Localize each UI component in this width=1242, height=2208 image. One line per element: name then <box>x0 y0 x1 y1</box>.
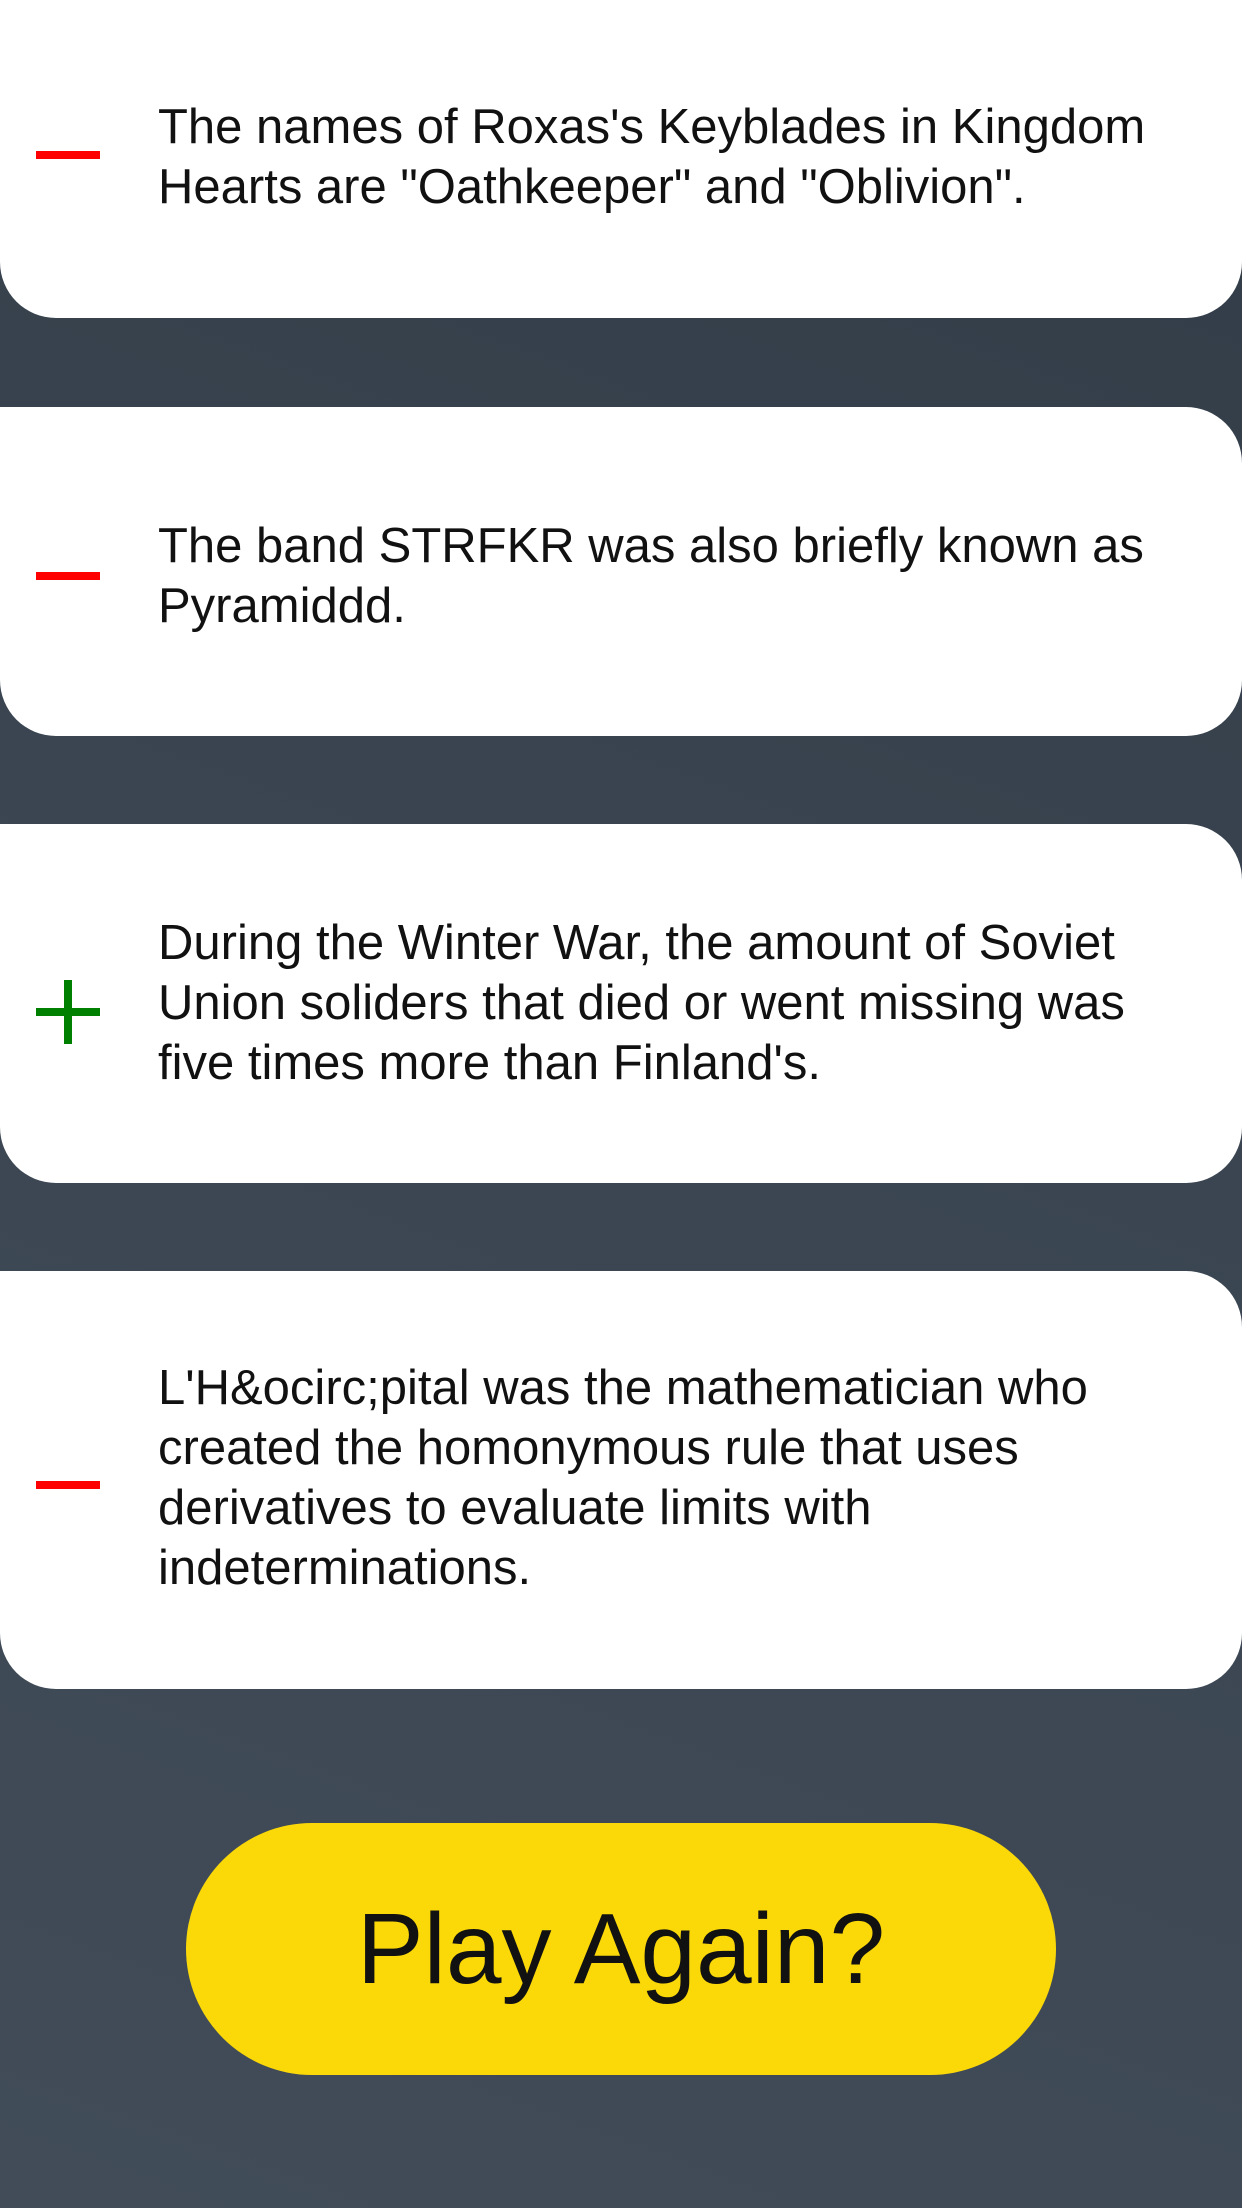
result-card: The names of Roxas's Keyblades in Kingdo… <box>0 0 1242 318</box>
result-card: The band STRFKR was also briefly known a… <box>0 407 1242 736</box>
minus-icon <box>36 1454 100 1518</box>
plus-icon <box>36 980 100 1044</box>
statement-text: During the Winter War, the amount of Sov… <box>158 916 1125 1090</box>
statement-text: The names of Roxas's Keyblades in Kingdo… <box>158 100 1146 214</box>
minus-icon <box>36 545 100 609</box>
statement-text: L'H&ocirc;pital was the mathematician wh… <box>158 1361 1088 1595</box>
play-again-button[interactable]: Play Again? <box>186 1823 1056 2075</box>
minus-icon <box>36 124 100 188</box>
result-card: L'H&ocirc;pital was the mathematician wh… <box>0 1271 1242 1689</box>
statement-text: The band STRFKR was also briefly known a… <box>158 519 1144 633</box>
result-card: During the Winter War, the amount of Sov… <box>0 824 1242 1183</box>
